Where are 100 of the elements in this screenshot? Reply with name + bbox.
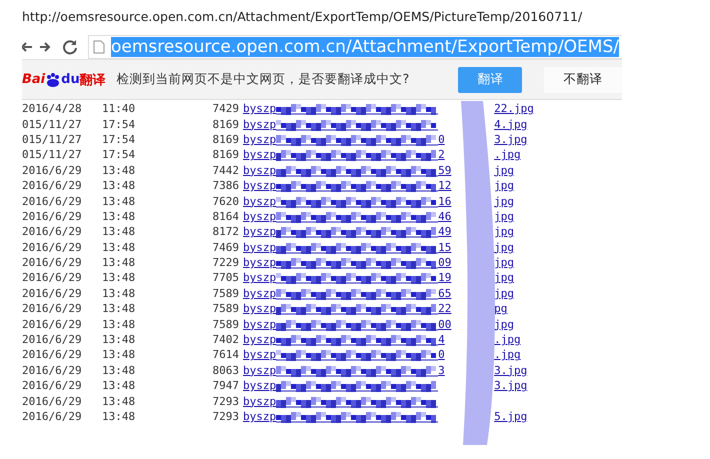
file-size: 8164 <box>212 210 239 223</box>
file-time: 13:48 <box>102 333 136 346</box>
file-link[interactable]: byszp <box>243 333 276 346</box>
file-link[interactable]: byszp <box>243 394 276 408</box>
file-time: 13:48 <box>102 256 136 270</box>
file-link[interactable]: byszp <box>243 379 276 392</box>
file-link[interactable]: byszp <box>243 240 276 254</box>
file-link[interactable]: jpg <box>494 210 514 223</box>
file-link[interactable]: byszp <box>243 132 276 146</box>
file-link[interactable]: .jpg <box>494 348 521 362</box>
file-link[interactable]: 16 <box>438 194 452 208</box>
file-link[interactable]: byszp <box>243 225 276 238</box>
file-link[interactable]: 59 <box>438 164 452 177</box>
file-link[interactable]: byszp <box>243 318 276 331</box>
file-size: 7589 <box>212 318 239 331</box>
file-link[interactable]: 46 <box>438 210 452 223</box>
file-time: 13:48 <box>102 225 136 238</box>
file-time: 13:48 <box>102 394 136 408</box>
file-link[interactable]: 22.jpg <box>494 102 534 116</box>
file-link[interactable]: pg <box>494 302 508 316</box>
translate-button[interactable]: 不翻译 <box>544 66 622 92</box>
file-size: 7589 <box>212 286 239 300</box>
file-link[interactable]: byszp <box>243 118 276 131</box>
file-link[interactable]: 4.jpg <box>494 118 528 131</box>
file-date: 2016/6/29 <box>22 225 83 238</box>
file-link[interactable]: 19 <box>438 271 452 284</box>
file-link[interactable]: byszp <box>243 256 276 270</box>
file-time: 13:48 <box>102 364 136 377</box>
file-link[interactable]: jpg <box>494 286 514 300</box>
file-link[interactable]: 49 <box>438 225 452 238</box>
file-link[interactable]: 15 <box>438 240 452 254</box>
file-link[interactable]: 3.jpg <box>494 132 528 146</box>
file-date: 2016/6/29 <box>22 256 83 270</box>
file-link[interactable]: jpg <box>494 271 514 284</box>
file-link[interactable]: 00 <box>438 318 452 331</box>
file-date: 2016/6/29 <box>22 271 83 284</box>
file-link[interactable]: jpg <box>494 225 514 238</box>
file-date: 2016/6/29 <box>22 394 83 408</box>
file-date: 2016/6/29 <box>22 240 83 254</box>
file-link[interactable]: 12 <box>438 179 452 192</box>
file-size: 8063 <box>212 364 239 377</box>
file-link[interactable]: byszp <box>243 286 276 300</box>
file-link[interactable]: byszp <box>243 179 276 192</box>
file-link[interactable]: jpg <box>494 318 514 331</box>
file-link[interactable]: jpg <box>494 240 514 254</box>
file-link[interactable]: 5.jpg <box>494 410 528 423</box>
file-link[interactable]: 65 <box>438 286 452 300</box>
file-link[interactable]: 4 <box>438 333 445 346</box>
paw-icon <box>45 72 62 88</box>
file-size: 7947 <box>212 379 239 392</box>
page-url: http://oemsresource.open.com.cn/Attachment/ExportTemp/OEMS/PictureTemp/20160711/ <box>22 8 584 26</box>
file-size: 7442 <box>212 164 239 177</box>
address-text: oemsresource.open.com.cn/Attachment/ExportTemp/OEMS/ <box>111 37 619 57</box>
file-link[interactable]: 2 <box>438 148 445 162</box>
file-size: 8169 <box>212 148 239 162</box>
file-size: 7429 <box>212 102 239 116</box>
file-link[interactable]: 0 <box>438 132 445 146</box>
file-link[interactable]: byszp <box>243 302 276 316</box>
file-size: 8172 <box>212 225 239 238</box>
file-link[interactable]: byszp <box>243 410 276 423</box>
file-time: 13:48 <box>102 240 136 254</box>
file-link[interactable]: 09 <box>438 256 452 270</box>
file-link[interactable]: 0 <box>438 348 445 362</box>
file-link[interactable]: byszp <box>243 148 276 162</box>
file-size: 7386 <box>212 179 239 192</box>
file-size: 8169 <box>212 118 239 131</box>
file-size: 8169 <box>212 132 239 146</box>
file-link[interactable]: byszp <box>243 364 276 377</box>
file-date: 2016/6/29 <box>22 410 83 423</box>
file-link[interactable]: 3.jpg <box>494 379 528 392</box>
file-time: 13:48 <box>102 194 136 208</box>
file-link[interactable]: jpg <box>494 194 514 208</box>
file-date: 2016/6/29 <box>22 179 83 192</box>
file-link[interactable]: .jpg <box>494 333 521 346</box>
file-link[interactable]: byszp <box>243 348 276 362</box>
file-link[interactable]: .jpg <box>494 148 521 162</box>
translate-prompt: 检测到当前网页不是中文网页，是否要翻译成中文? <box>116 71 410 88</box>
page-icon <box>93 40 105 54</box>
file-link[interactable]: byszp <box>243 271 276 284</box>
file-size: 7620 <box>212 194 239 208</box>
file-link[interactable]: 22 <box>438 302 452 316</box>
file-link[interactable]: byszp <box>243 210 276 223</box>
file-link[interactable]: jpg <box>494 164 514 177</box>
file-link[interactable]: byszp <box>243 164 276 177</box>
file-link[interactable]: byszp <box>243 102 276 116</box>
file-date: 2016/4/28 <box>22 102 83 116</box>
file-time: 13:48 <box>102 348 136 362</box>
file-date: 2016/6/29 <box>22 379 83 392</box>
file-time: 13:48 <box>102 164 136 177</box>
reload-icon[interactable] <box>62 39 78 55</box>
file-date: 2016/6/29 <box>22 302 83 316</box>
file-link[interactable]: jpg <box>494 256 514 270</box>
file-link[interactable]: 3 <box>438 364 445 377</box>
file-size: 7589 <box>212 302 239 316</box>
file-date: 2016/6/29 <box>22 333 83 346</box>
file-link[interactable]: jpg <box>494 179 514 192</box>
file-time: 17:54 <box>102 148 136 162</box>
file-link[interactable]: 3.jpg <box>494 364 528 377</box>
file-time: 13:48 <box>102 302 136 316</box>
file-link[interactable]: byszp <box>243 194 276 208</box>
